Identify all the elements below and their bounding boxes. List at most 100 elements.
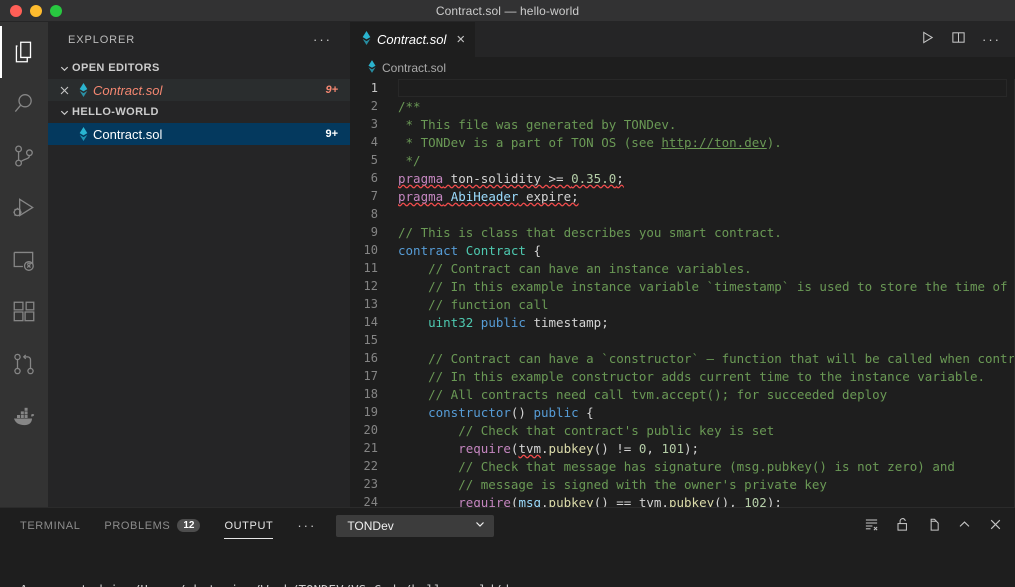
code-line[interactable]: 21 require(tvm.pubkey() != 0, 101); <box>350 439 1014 457</box>
code-token: pubkey <box>548 494 594 508</box>
panel-tab-terminal[interactable]: TERMINAL <box>20 508 80 543</box>
panel-tab-problems[interactable]: PROBLEMS 12 <box>104 508 201 543</box>
code-line[interactable]: 17 // In this example constructor adds c… <box>350 367 1014 385</box>
section-header-hello-world[interactable]: HELLO-WORLD <box>48 101 350 123</box>
vscode-window: Contract.sol — hello-world EXPLORER ··· … <box>0 0 1015 587</box>
code-line[interactable]: 3 * This file was generated by TONDev. <box>350 115 1014 133</box>
code-line[interactable]: 13 // function call <box>350 295 1014 313</box>
panel-tab-label: OUTPUT <box>224 519 274 532</box>
problems-count-badge: 12 <box>177 519 201 532</box>
panel-more-tabs-button[interactable]: ··· <box>297 518 316 533</box>
line-number: 22 <box>363 459 378 473</box>
minimize-window-button[interactable] <box>30 4 42 17</box>
code-token: { <box>525 242 542 258</box>
code-token: msg <box>518 494 542 508</box>
code-token: () == tvm. <box>593 494 669 508</box>
editor-tab-contract-sol[interactable]: Contract.sol × <box>350 22 477 57</box>
code-line[interactable]: 18 // All contracts need call tvm.accept… <box>350 385 1014 403</box>
line-number: 4 <box>370 135 378 149</box>
code-line[interactable]: 7 pragma AbiHeader expire; <box>350 187 1014 205</box>
code-line[interactable]: 19 constructor() public { <box>350 403 1014 421</box>
activity-bar <box>0 22 48 507</box>
code-line[interactable]: 1 <box>350 79 1014 97</box>
open-editor-label: Contract.sol <box>93 82 163 98</box>
line-number: 17 <box>363 369 378 383</box>
code-token: // function call <box>398 296 549 312</box>
code-token: * TONDev is a part of TON OS (see <box>398 134 662 150</box>
code-token: // This is class that describes you smar… <box>398 224 782 240</box>
close-window-button[interactable] <box>10 4 22 17</box>
code-token: , <box>646 440 662 456</box>
code-line[interactable]: 14 uint32 public timestamp; <box>350 313 1014 331</box>
code-line[interactable]: 20 // Check that contract's public key i… <box>350 421 1014 439</box>
collapse-panel-button[interactable] <box>957 517 972 535</box>
solidity-icon <box>362 31 371 48</box>
code-line[interactable]: 5 */ <box>350 151 1014 169</box>
code-token: require <box>458 440 511 456</box>
code-line[interactable]: 6 pragma ton-solidity >= 0.35.0; <box>350 169 1014 187</box>
pull-request-icon <box>11 351 37 377</box>
lock-scroll-button[interactable] <box>895 517 910 535</box>
editor-tab-bar: Contract.sol × ··· <box>350 22 1015 57</box>
more-actions-button[interactable]: ··· <box>982 33 1001 46</box>
sidebar-more-actions-button[interactable]: ··· <box>313 33 332 46</box>
code-line[interactable]: 9 // This is class that describes you sma… <box>350 223 1014 241</box>
close-icon[interactable]: × <box>456 32 465 47</box>
code-line[interactable]: 22 // Check that message has signature (… <box>350 457 1014 475</box>
code-editor[interactable]: 1 2/** 3 * This file was generated by TOND… <box>350 79 1015 507</box>
solidity-icon <box>73 127 93 141</box>
activitybar-item-run-and-debug[interactable] <box>0 182 48 234</box>
line-number: 10 <box>363 243 378 257</box>
clear-output-button[interactable] <box>864 517 879 535</box>
code-token: AbiHeader <box>450 188 519 204</box>
bottom-panel: TERMINAL PROBLEMS 12 OUTPUT ··· TONDev <box>0 507 1015 587</box>
code-token: constructor <box>428 404 511 420</box>
code-line[interactable]: 16 // Contract can have a `constructor` … <box>350 349 1014 367</box>
code-line[interactable]: 24 require(msg.pubkey() == tvm.pubkey(),… <box>350 493 1014 508</box>
output-channel-select[interactable]: TONDev <box>336 514 495 537</box>
close-panel-button[interactable] <box>988 517 1003 535</box>
code-line[interactable]: 23 // message is signed with the owner's… <box>350 475 1014 493</box>
line-number: 24 <box>363 495 378 507</box>
activitybar-item-remote-explorer[interactable] <box>0 234 48 286</box>
activitybar-item-pull-requests[interactable] <box>0 338 48 390</box>
run-button[interactable] <box>920 30 935 50</box>
code-token: public <box>533 404 579 420</box>
activitybar-item-source-control[interactable] <box>0 130 48 182</box>
code-token: timestamp; <box>525 314 609 330</box>
code-token: ; <box>616 170 624 186</box>
activitybar-item-docker[interactable] <box>0 390 48 442</box>
breadcrumb[interactable]: Contract.sol <box>350 57 1015 79</box>
maximize-window-button[interactable] <box>50 4 62 17</box>
solidity-icon <box>73 83 93 97</box>
code-line[interactable]: 2 /** <box>350 97 1014 115</box>
sidebar-header: EXPLORER ··· <box>48 22 350 57</box>
file-tree-item-contract-sol[interactable]: Contract.sol 9+ <box>48 123 350 145</box>
code-token: // message is signed with the owner's pr… <box>398 476 827 492</box>
line-number: 7 <box>370 189 378 203</box>
docker-icon <box>10 402 38 430</box>
code-line[interactable]: 15 <box>350 331 1014 349</box>
open-in-editor-button[interactable] <box>926 517 941 535</box>
close-icon[interactable] <box>56 85 73 96</box>
code-line[interactable]: 11 // Contract can have an instance vari… <box>350 259 1014 277</box>
code-line[interactable]: 4 * TONDev is a part of TON OS (see http… <box>350 133 1014 151</box>
section-header-open-editors[interactable]: OPEN EDITORS <box>48 57 350 79</box>
activitybar-item-explorer[interactable] <box>0 26 48 78</box>
activitybar-item-extensions[interactable] <box>0 286 48 338</box>
code-token: 102 <box>744 494 767 508</box>
panel-tab-output[interactable]: OUTPUT <box>224 508 274 543</box>
code-line[interactable]: 10 contract Contract { <box>350 241 1014 259</box>
code-line[interactable]: 12 // In this example instance variable … <box>350 277 1014 295</box>
code-token: () != <box>593 440 639 456</box>
panel-tab-label: PROBLEMS <box>104 519 171 532</box>
split-editor-button[interactable] <box>951 30 966 50</box>
code-token: ); <box>684 440 700 456</box>
code-token: pragma <box>398 170 444 186</box>
code-line[interactable]: 8 <box>350 205 1014 223</box>
open-editor-item-contract-sol[interactable]: Contract.sol 9+ <box>48 79 350 101</box>
activitybar-item-search[interactable] <box>0 78 48 130</box>
